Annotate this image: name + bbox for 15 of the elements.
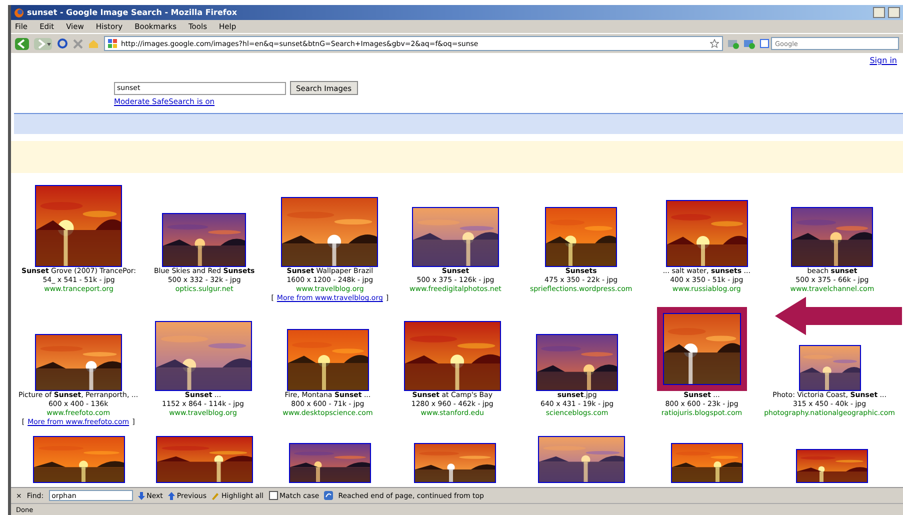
- pen-icon: [211, 492, 220, 500]
- back-icon[interactable]: [15, 38, 29, 50]
- wrap-icon: [324, 491, 334, 500]
- sign-in-link[interactable]: Sign in: [870, 56, 897, 65]
- forward-icon[interactable]: [34, 38, 52, 50]
- down-arrow-icon: [138, 492, 145, 500]
- search-engine-icon[interactable]: [760, 39, 769, 48]
- maximize-button[interactable]: [888, 7, 900, 18]
- window-title: sunset - Google Image Search - Mozilla Firefox: [27, 8, 238, 17]
- minimize-button[interactable]: [873, 7, 885, 18]
- reload-icon[interactable]: [57, 38, 68, 49]
- up-arrow-icon: [168, 492, 175, 500]
- site-icon: [108, 39, 117, 48]
- star-icon[interactable]: [710, 39, 719, 48]
- browser-logo-icon: [14, 8, 24, 18]
